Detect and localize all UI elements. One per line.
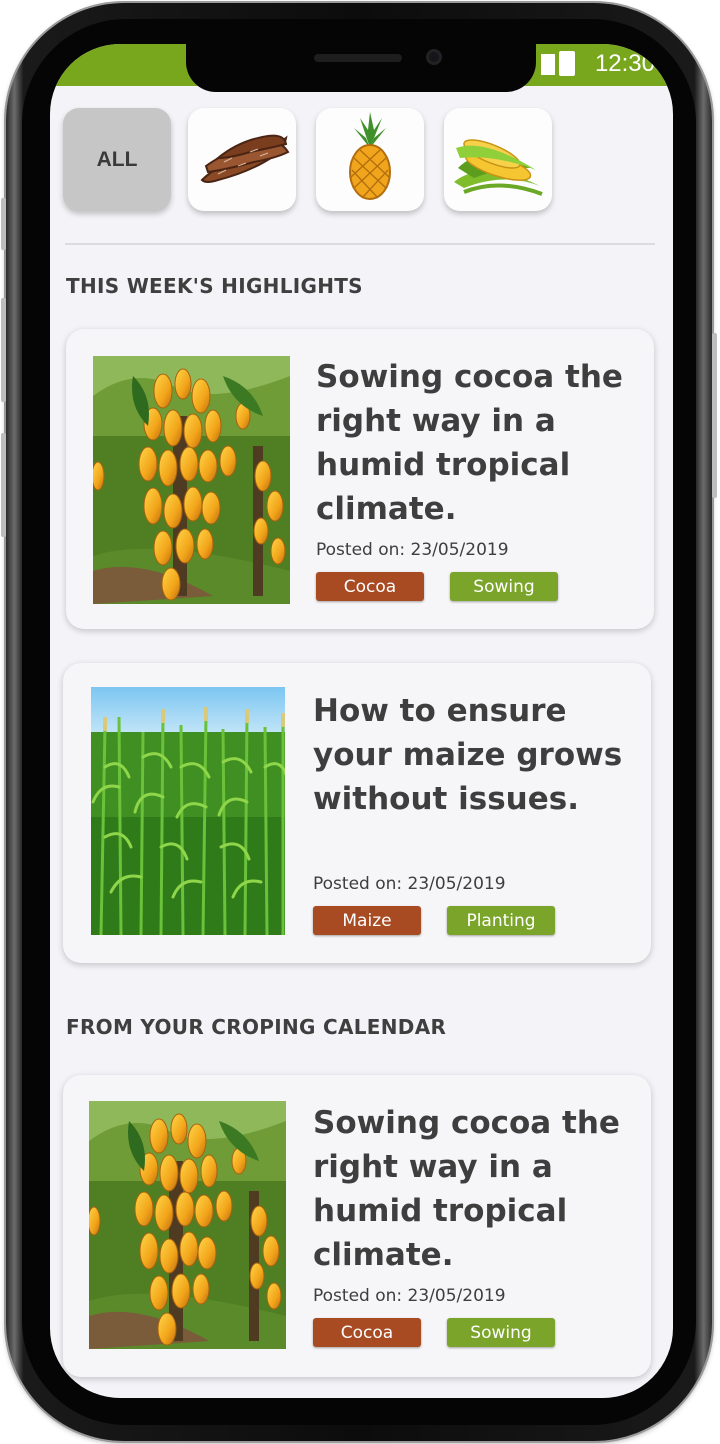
cocoa-tree-photo	[93, 356, 290, 604]
crop-tag[interactable]: Maize	[313, 906, 421, 935]
cocoa-tree-photo	[89, 1101, 286, 1349]
cassava-icon	[200, 134, 290, 183]
volume-up-button	[1, 298, 6, 402]
category-divider	[65, 243, 655, 245]
highlights-section-title: THIS WEEK'S HIGHLIGHTS	[66, 274, 363, 298]
notch	[186, 44, 536, 92]
power-button	[712, 333, 717, 498]
article-card[interactable]: Sowing cocoa the right way in a humid tr…	[66, 329, 654, 629]
category-cassava-button[interactable]	[188, 108, 296, 211]
front-camera	[426, 49, 442, 65]
status-time: 12:30	[594, 50, 655, 77]
article-date: Posted on: 23/05/2019	[313, 1286, 506, 1306]
category-all-label: ALL	[96, 147, 138, 171]
category-maize-button[interactable]	[444, 108, 552, 211]
pineapple-icon	[349, 112, 391, 200]
battery-icon	[559, 51, 575, 76]
calendar-section-title: FROM YOUR CROPING CALENDAR	[66, 1015, 447, 1039]
article-card[interactable]: Sowing cocoa the right way in a humid tr…	[63, 1075, 651, 1377]
speaker-grille	[314, 54, 402, 62]
maize-field-photo	[91, 687, 285, 935]
article-card[interactable]: How to ensure your maize grows without i…	[63, 663, 651, 963]
article-title[interactable]: How to ensure your maize grows without i…	[313, 689, 633, 821]
signal-icon	[541, 54, 555, 75]
stage-tag[interactable]: Planting	[447, 906, 555, 935]
article-title[interactable]: Sowing cocoa the right way in a humid tr…	[313, 1101, 633, 1277]
article-date: Posted on: 23/05/2019	[316, 540, 509, 560]
volume-down-button	[1, 433, 6, 537]
category-all-button[interactable]: ALL	[63, 108, 171, 211]
article-title[interactable]: Sowing cocoa the right way in a humid tr…	[316, 355, 636, 531]
stage-tag[interactable]: Sowing	[450, 572, 558, 601]
category-pineapple-button[interactable]	[316, 108, 424, 211]
silent-switch	[1, 198, 6, 250]
crop-tag[interactable]: Cocoa	[313, 1318, 421, 1347]
maize-icon	[454, 139, 543, 196]
app-screen: 12:30 ALL THIS WEEK'S HIGHLIGHTS Sowing …	[50, 44, 673, 1398]
article-date: Posted on: 23/05/2019	[313, 874, 506, 894]
crop-tag[interactable]: Cocoa	[316, 572, 424, 601]
stage-tag[interactable]: Sowing	[447, 1318, 555, 1347]
